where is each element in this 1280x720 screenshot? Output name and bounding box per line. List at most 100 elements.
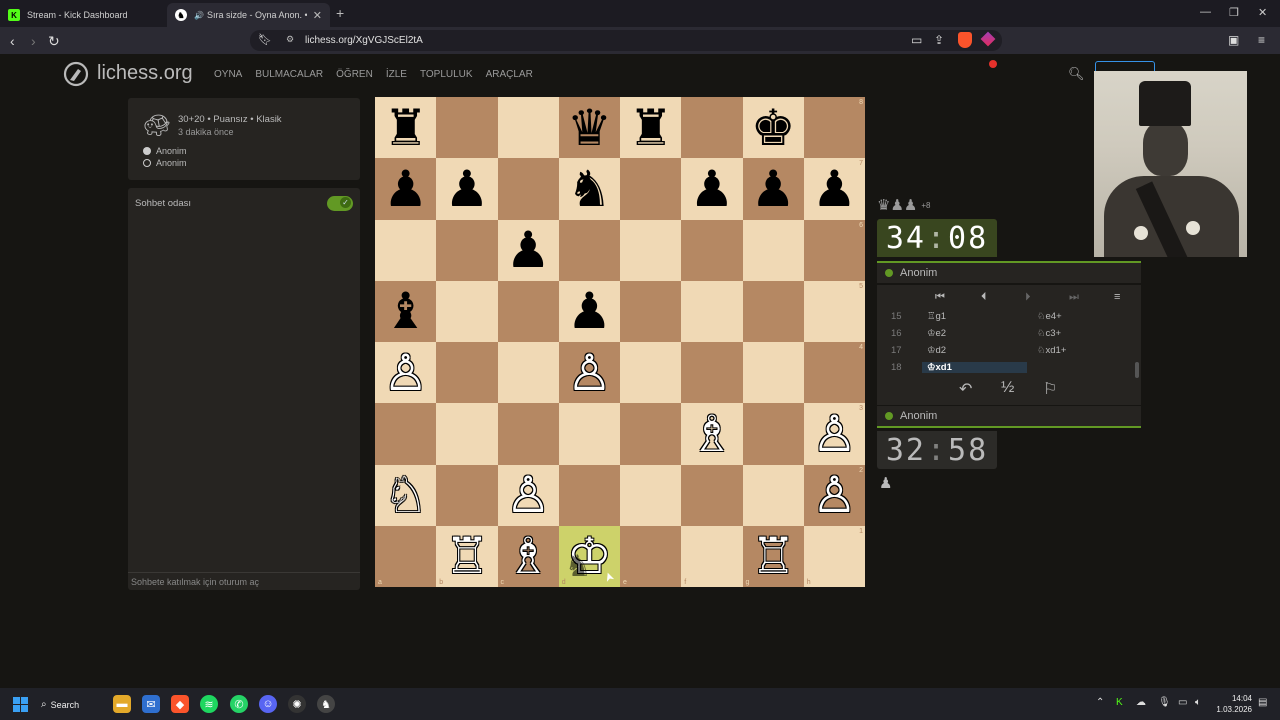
piece-g8[interactable]: ♚ — [751, 103, 796, 153]
back-icon[interactable]: ‹ — [10, 33, 15, 49]
square-c4[interactable] — [497, 342, 559, 404]
square-d1[interactable]: ♔ d ♞ ➤ — [558, 525, 620, 587]
square-a3[interactable] — [375, 403, 437, 465]
player-name[interactable]: Anonim — [900, 410, 937, 422]
black-move[interactable]: ♘e4+ — [1037, 311, 1062, 322]
prev-move-icon[interactable]: ⏴ — [981, 291, 987, 304]
piece-d4[interactable]: ♙ — [567, 348, 612, 398]
square-b1[interactable]: ♖ b — [436, 525, 498, 587]
piece-d5[interactable]: ♟ — [567, 286, 612, 336]
square-h6[interactable]: 6 — [803, 219, 865, 281]
sidebar-icon[interactable]: ▣ — [1228, 33, 1239, 47]
square-a2[interactable]: ♘ — [375, 464, 437, 526]
network-icon[interactable]: ▭ — [1178, 697, 1187, 708]
lichess-brand[interactable]: lichess.org — [97, 62, 193, 85]
square-g5[interactable] — [742, 280, 804, 342]
restore-icon[interactable]: ❐ — [1229, 6, 1239, 19]
square-d4[interactable]: ♙ — [558, 342, 620, 404]
close-tab-icon[interactable]: ✕ — [313, 9, 322, 22]
square-g6[interactable] — [742, 219, 804, 281]
site-info-icon[interactable]: ⚙ — [286, 34, 294, 45]
piece-a5[interactable]: ♝ — [383, 286, 428, 336]
piece-h3[interactable]: ♙ — [812, 409, 857, 459]
square-h5[interactable]: 5 — [803, 280, 865, 342]
square-e3[interactable] — [620, 403, 682, 465]
square-h7[interactable]: ♟ 7 — [803, 158, 865, 220]
chess-board[interactable]: ♜ ♛ ♜ ♚ 8 ♟ ♟ ♞ ♟ ♟ ♟ 7 ♟ 6 ♝ ♟ 5 ♙ ♙ 4 ♗ ♙ 3 ♘ ♙ ♙ 2 a ♖ b ♗ c ♔ d ♞ ➤ e f ♖ g… — [375, 97, 865, 587]
discord-icon[interactable]: ☺ — [259, 695, 277, 713]
square-a6[interactable] — [375, 219, 437, 281]
chat-input[interactable]: Sohbete katılmak için oturum aç — [131, 577, 259, 587]
square-b7[interactable]: ♟ — [436, 158, 498, 220]
move-list-scrollbar[interactable] — [1135, 362, 1139, 378]
menu-icon[interactable]: ≡ — [1258, 33, 1265, 47]
close-window-icon[interactable]: ✕ — [1258, 6, 1267, 19]
square-h8[interactable]: 8 — [803, 97, 865, 159]
current-move[interactable]: ♔xd1 — [922, 362, 1027, 373]
piece-c1[interactable]: ♗ — [506, 531, 551, 581]
piece-a8[interactable]: ♜ — [383, 103, 428, 153]
square-f8[interactable] — [681, 97, 743, 159]
url-text[interactable]: lichess.org/XgVGJScEl2tA — [305, 35, 423, 46]
square-a1[interactable]: a — [375, 525, 437, 587]
piece-d8[interactable]: ♛ — [567, 103, 612, 153]
white-move[interactable]: ♖g1 — [927, 311, 946, 322]
square-c3[interactable] — [497, 403, 559, 465]
square-c7[interactable] — [497, 158, 559, 220]
square-e6[interactable] — [620, 219, 682, 281]
square-b2[interactable] — [436, 464, 498, 526]
menu-icon[interactable]: ≡ — [1114, 291, 1120, 303]
square-f2[interactable] — [681, 464, 743, 526]
square-e5[interactable] — [620, 280, 682, 342]
speaker-icon[interactable]: 🔊 — [194, 11, 204, 20]
piece-f7[interactable]: ♟ — [689, 164, 734, 214]
piece-b7[interactable]: ♟ — [444, 164, 489, 214]
square-b6[interactable] — [436, 219, 498, 281]
square-e2[interactable] — [620, 464, 682, 526]
square-b5[interactable] — [436, 280, 498, 342]
bookmark-icon[interactable]: 🔖︎ — [258, 33, 272, 46]
square-f1[interactable]: f — [681, 525, 743, 587]
search-icon[interactable]: 🔍︎ — [1068, 66, 1085, 82]
square-f7[interactable]: ♟ — [681, 158, 743, 220]
tray-chevron-icon[interactable]: ⌃ — [1096, 697, 1104, 708]
square-c2[interactable]: ♙ — [497, 464, 559, 526]
square-d2[interactable] — [558, 464, 620, 526]
piece-a7[interactable]: ♟ — [383, 164, 428, 214]
nav-learn[interactable]: ÖĞREN — [336, 69, 373, 80]
notifications-icon[interactable]: ▤ — [1258, 697, 1267, 708]
piece-g1[interactable]: ♖ — [751, 531, 796, 581]
takeback-icon[interactable]: ↶ — [959, 379, 972, 399]
whatsapp-icon[interactable]: ✆ — [230, 695, 248, 713]
square-g1[interactable]: ♖ g — [742, 525, 804, 587]
piece-b1[interactable]: ♖ — [444, 531, 489, 581]
square-g3[interactable] — [742, 403, 804, 465]
square-d7[interactable]: ♞ — [558, 158, 620, 220]
square-b3[interactable] — [436, 403, 498, 465]
tab-kick-dashboard[interactable]: K Stream - Kick Dashboard — [0, 3, 165, 27]
square-c5[interactable] — [497, 280, 559, 342]
square-b8[interactable] — [436, 97, 498, 159]
nav-watch[interactable]: İZLE — [386, 69, 407, 80]
chatgpt-icon[interactable]: ✺ — [288, 695, 306, 713]
square-f3[interactable]: ♗ — [681, 403, 743, 465]
square-c6[interactable]: ♟ — [497, 219, 559, 281]
square-c1[interactable]: ♗ c — [497, 525, 559, 587]
square-h3[interactable]: ♙ 3 — [803, 403, 865, 465]
nav-puzzles[interactable]: BULMACALAR — [255, 69, 323, 80]
piece-d7[interactable]: ♞ — [567, 164, 612, 214]
offer-draw-button[interactable]: ½ — [1001, 379, 1014, 397]
share-icon[interactable]: ⇪ — [934, 33, 944, 47]
square-e1[interactable]: e — [620, 525, 682, 587]
cast-icon[interactable]: ▭ — [911, 33, 922, 47]
spotify-icon[interactable]: ≋ — [200, 695, 218, 713]
lichess-logo-icon[interactable] — [62, 60, 90, 88]
opponent-name[interactable]: Anonim — [900, 267, 937, 279]
square-d8[interactable]: ♛ — [558, 97, 620, 159]
square-a8[interactable]: ♜ — [375, 97, 437, 159]
nav-tools[interactable]: ARAÇLAR — [486, 69, 533, 80]
tab-lichess[interactable]: ♞ 🔊 Sıra sizde - Oyna Anon. • lich ✕ — [167, 3, 330, 27]
piece-e8[interactable]: ♜ — [628, 103, 673, 153]
mail-icon[interactable]: ✉ — [142, 695, 160, 713]
square-c8[interactable] — [497, 97, 559, 159]
